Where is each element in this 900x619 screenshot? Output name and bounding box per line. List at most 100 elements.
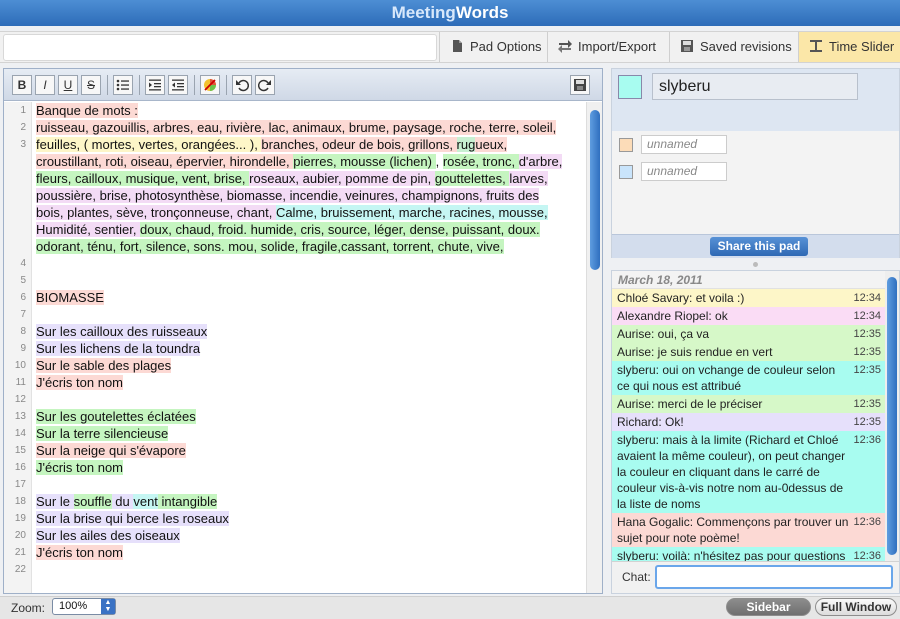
text-segment: Sur le sable des plages [36, 358, 172, 373]
text-segment: Sur les lichens de la toundra [36, 341, 201, 356]
toolbar-separator [194, 75, 195, 95]
chevron-updown-icon: ▲ ▼ [101, 599, 115, 614]
text-line: J'écris ton nom [36, 544, 586, 561]
outdent-icon [172, 79, 184, 91]
text-segment: intangible [157, 494, 218, 509]
line-number: 8 [20, 326, 26, 337]
text-line [36, 306, 586, 323]
text-line [36, 476, 586, 493]
resize-grip[interactable] [753, 262, 758, 267]
time-slider-label: Time Slider [829, 39, 895, 54]
chat-scrollbar-thumb[interactable] [887, 277, 897, 555]
text-segment: odorant, ténu, fort, silence, sons. mou,… [36, 239, 504, 254]
bold-button[interactable]: B [12, 75, 32, 95]
italic-button[interactable]: I [35, 75, 55, 95]
text-line: Sur les cailloux des ruisseaux [36, 323, 586, 340]
line-number: 16 [14, 462, 26, 473]
save-revision-button[interactable] [570, 75, 590, 95]
text-segment: J'écris ton nom [36, 375, 124, 390]
text-line: Sur les ailes des oiseaux [36, 527, 586, 544]
sidebar-toggle-button[interactable]: Sidebar [726, 598, 811, 616]
text-segment: Calme, bruissement, marche, racines, mou… [275, 205, 548, 220]
chat-message-text: slyberu: oui on vchange de couleur selon… [617, 363, 836, 393]
app-title-part1: Meeting [391, 3, 456, 22]
text-segment: souffle [73, 494, 112, 509]
chat-input[interactable] [655, 565, 893, 589]
clear-colors-icon [204, 79, 216, 91]
text-segment: J'écris ton nom [36, 460, 124, 475]
text-segment: larves, [509, 171, 548, 186]
undo-button[interactable] [232, 75, 252, 95]
pad-options-label: Pad Options [470, 39, 542, 54]
indent-button[interactable] [145, 75, 165, 95]
chat-message-time: 12:35 [853, 416, 881, 428]
line-number: 5 [20, 275, 26, 286]
full-window-button[interactable]: Full Window [815, 598, 897, 616]
chat-scrollbar[interactable] [885, 271, 899, 561]
line-number: 3 [20, 139, 26, 150]
text-line: croustillant, roti, oiseau, épervier, hi… [36, 153, 586, 170]
chat-message: Richard: Ok! 12:35 [612, 413, 885, 431]
chat-message-text: Aurise: je suis rendue en vert [617, 345, 773, 359]
my-name-input[interactable]: slyberu [652, 73, 858, 100]
line-number [4, 153, 31, 170]
chat-message-text: Chloé Savary: et voila :) [617, 291, 745, 305]
editor-scrollbar[interactable] [586, 102, 602, 593]
text-line: odorant, ténu, fort, silence, sons. mou,… [36, 238, 586, 255]
share-pad-button[interactable]: Share this pad [710, 237, 808, 256]
chat-message-text: slyberu: mais à la limite (Richard et Ch… [617, 433, 846, 511]
chat-label: Chat: [622, 570, 651, 584]
zoom-select[interactable]: 100% ▲ ▼ [52, 598, 116, 615]
time-slider-button[interactable]: Time Slider [798, 32, 900, 62]
saved-revisions-button[interactable]: Saved revisions [669, 32, 798, 62]
chat-message-time: 12:35 [853, 398, 881, 410]
line-number: 10 [14, 360, 26, 371]
pad-text[interactable]: Banque de mots : ruisseau, gazouillis, ar… [32, 102, 586, 593]
strikethrough-button[interactable]: S [81, 75, 101, 95]
indent-icon [149, 79, 161, 91]
outdent-button[interactable] [168, 75, 188, 95]
clear-authorship-button[interactable] [200, 75, 220, 95]
chat-message-time: 12:34 [853, 310, 881, 322]
share-bar: Share this pad [612, 234, 899, 258]
line-number [4, 221, 31, 238]
chat-message-time: 12:34 [853, 292, 881, 304]
chat-message-time: 12:35 [853, 346, 881, 358]
text-segment: roseaux, aubier, pomme de pin, [249, 171, 435, 186]
text-segment: BIOMASSE [36, 290, 104, 305]
save-disk-icon [574, 79, 586, 91]
text-line: BIOMASSE [36, 289, 586, 306]
editor-scrollbar-thumb[interactable] [590, 110, 600, 270]
toolbar-separator [107, 75, 108, 95]
text-segment: Sur la terre silencieuse [36, 426, 169, 441]
line-number: 21 [14, 547, 26, 558]
text-line: Sur la brise qui berce les roseaux [36, 510, 586, 527]
pad-options-button[interactable]: Pad Options [439, 32, 547, 62]
text-line [36, 272, 586, 289]
text-line: bois, plantes, sève, tronçonneuse, chant… [36, 204, 586, 221]
text-line: Sur les goutelettes éclatées [36, 408, 586, 425]
chat-footer: Chat: [612, 561, 899, 593]
line-number: 18 [14, 496, 26, 507]
text-segment: Sur la neige qui s'évapore [36, 443, 186, 458]
text-line: Humidité, sentier, doux, chaud, froid. h… [36, 221, 586, 238]
user-color-swatch[interactable] [619, 165, 633, 179]
chat-message-text: Aurise: merci de le préciser [617, 397, 763, 411]
bulleted-list-button[interactable] [113, 75, 133, 95]
line-number: 20 [14, 530, 26, 541]
redo-button[interactable] [255, 75, 275, 95]
text-line: Sur le sable des plages [36, 357, 586, 374]
import-export-label: Import/Export [578, 39, 657, 54]
user-color-swatch[interactable] [619, 138, 633, 152]
underline-button[interactable]: U [58, 75, 78, 95]
line-number: 4 [20, 258, 26, 269]
undo-icon [236, 79, 250, 92]
my-user-row: slyberu [612, 69, 899, 131]
import-export-button[interactable]: Import/Export [547, 32, 669, 62]
line-number [4, 238, 31, 255]
text-line: Sur le souffle du vent intangible [36, 493, 586, 510]
chat-message: Aurise: je suis rendue en vert 12:35 [612, 343, 885, 361]
text-segment: Sur les goutelettes éclatées [36, 409, 196, 424]
my-color-swatch[interactable] [618, 75, 642, 99]
line-numbers: 1 2 3 4 5 6 7 8 9 10 11 12 13 14 15 16 17 18 19 20 21 22 [4, 102, 32, 593]
